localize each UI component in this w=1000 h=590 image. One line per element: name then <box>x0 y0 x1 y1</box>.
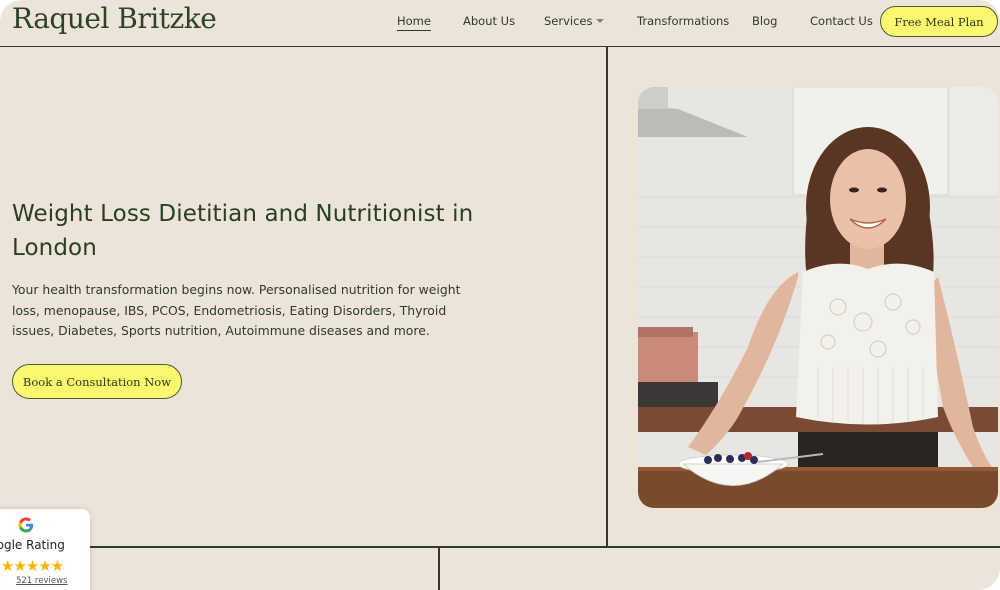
free-meal-plan-button[interactable]: Free Meal Plan <box>880 6 998 37</box>
section-divider <box>438 547 440 590</box>
google-icon <box>18 517 34 533</box>
nav-transformations[interactable]: Transformations <box>637 14 729 28</box>
nav-contact-us[interactable]: Contact Us <box>810 14 873 28</box>
site-header: Raquel Britzke Home About Us Services Tr… <box>0 0 1000 47</box>
page: Raquel Britzke Home About Us Services Tr… <box>0 0 1000 590</box>
nav-about-us[interactable]: About Us <box>463 14 515 28</box>
hero-divider <box>606 47 608 547</box>
nav-services[interactable]: Services <box>544 14 604 28</box>
google-rating-widget[interactable]: Google Rating ★★★★★ 521 reviews <box>0 509 90 590</box>
nav-services-label: Services <box>544 14 593 28</box>
rating-label: Google Rating <box>0 538 65 552</box>
star-rating-icon: ★★★★★ <box>1 557 64 575</box>
hero-bottom-border <box>0 546 1000 548</box>
book-consultation-button[interactable]: Book a Consultation Now <box>12 364 182 399</box>
reviews-count: 521 reviews <box>16 576 68 586</box>
chevron-down-icon <box>595 19 604 23</box>
nav-home[interactable]: Home <box>397 14 431 31</box>
main-nav: Home About Us Services Transformations B… <box>0 14 1000 34</box>
hero-title: Weight Loss Dietitian and Nutritionist i… <box>12 201 474 261</box>
reviews-link[interactable]: 521 reviews <box>16 576 67 586</box>
hero-subtitle: Your health transformation begins now. P… <box>12 282 461 338</box>
hero-photo <box>638 87 998 508</box>
hero-photo-illustration <box>638 87 998 508</box>
nav-blog[interactable]: Blog <box>752 14 777 28</box>
